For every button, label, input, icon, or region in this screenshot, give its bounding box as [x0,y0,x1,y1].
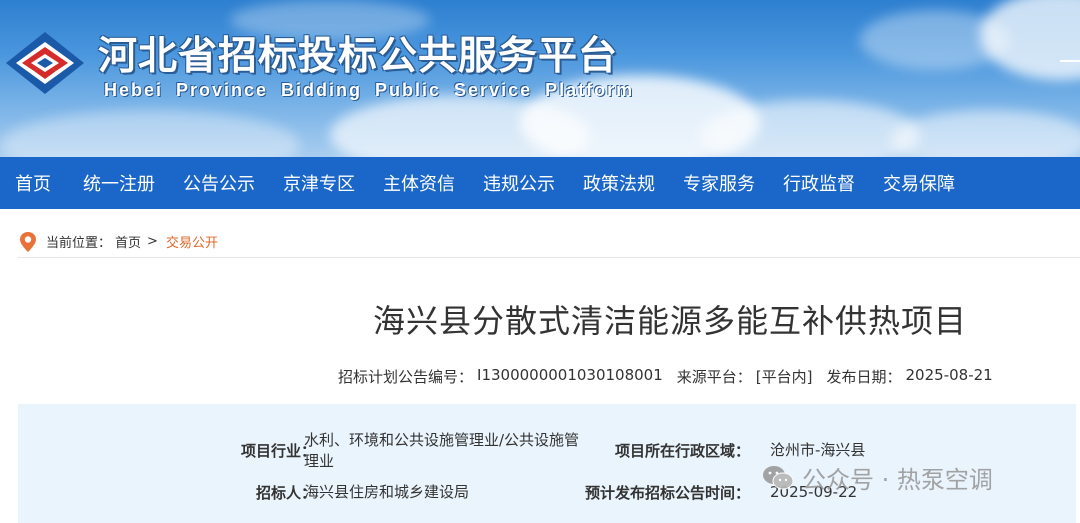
breadcrumb-prefix: 当前位置： [46,236,112,251]
cloud-decoration [860,10,1010,70]
industry-value: 水利、环境和公共设施管理业/公共设施管理业 [304,431,580,470]
nav-item-policies[interactable]: 政策法规 [583,170,655,196]
wechat-icon [763,465,794,489]
nav-item-jingjin[interactable]: 京津专区 [283,170,355,196]
wechat-watermark: 公众号 · 热泵空调 [762,460,993,495]
cloud-decoration [0,110,300,157]
expected-date-label: 预计发布招标公告时间： [584,484,750,502]
breadcrumb-separator: > [147,234,158,249]
nav-item-home[interactable]: 首页 [15,170,51,196]
region-value: 沧州市-海兴县 [770,441,866,459]
cloud-decoration [890,110,1080,157]
nav-item-violations[interactable]: 违规公示 [483,170,555,196]
article-meta: 招标计划公告编号： I1300000001030108001 来源平台： [平台… [338,366,997,387]
nav-item-supervision[interactable]: 行政监督 [783,170,855,196]
breadcrumb-current[interactable]: 交易公开 [166,232,218,251]
watermark-text: 公众号 · 热泵空调 [802,466,993,494]
site-subtitle: Hebei Province Bidding Public Service Pl… [104,80,635,100]
date-label: 发布日期： [826,368,902,386]
header-banner: 河北省招标投标公共服务平台 Hebei Province Bidding Pub… [0,0,1080,157]
region-label: 项目所在行政区域： [614,442,750,460]
date-value: 2025-08-21 [905,366,993,384]
nav-item-guarantee[interactable]: 交易保障 [883,170,955,196]
source-value: [平台内] [755,368,813,386]
page-title: 海兴县分散式清洁能源多能互补供热项目 [372,302,967,340]
hebei-logo-icon[interactable] [4,30,86,96]
source-label: 来源平台： [676,368,752,386]
main-nav: 首页 统一注册 公告公示 京津专区 主体资信 违规公示 政策法规 专家服务 行政… [0,157,1080,209]
nav-item-credit[interactable]: 主体资信 [383,170,455,196]
breadcrumb-home-link[interactable]: 首页 [115,232,141,251]
location-pin-icon [20,231,36,252]
plan-no-value: I1300000001030108001 [477,366,663,384]
site-title[interactable]: 河北省招标投标公共服务平台 [98,25,618,81]
breadcrumb: 当前位置： 首页 > 交易公开 [18,226,1080,258]
nav-item-experts[interactable]: 专家服务 [683,170,755,196]
banner-edge-line [1060,60,1080,62]
tenderer-value: 海兴县住房和城乡建设局 [304,483,470,501]
plan-no-label: 招标计划公告编号： [338,368,474,386]
nav-item-register[interactable]: 统一注册 [83,170,155,196]
nav-item-announcements[interactable]: 公告公示 [183,170,255,196]
